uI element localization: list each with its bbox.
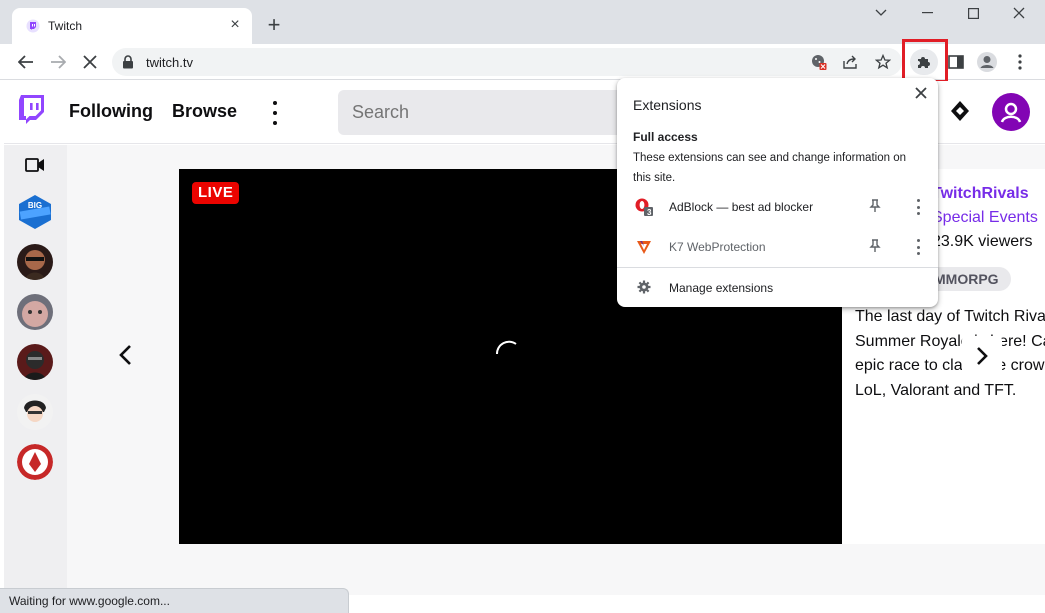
extension-name: K7 WebProtection (669, 240, 766, 254)
more-options-icon[interactable] (270, 101, 280, 125)
video-camera-icon (25, 158, 44, 172)
maximize-window-icon[interactable] (950, 0, 996, 26)
channel-avatar-6[interactable] (17, 444, 53, 480)
share-icon[interactable] (842, 54, 860, 70)
lock-icon[interactable] (122, 55, 134, 69)
nav-browse[interactable]: Browse (172, 101, 237, 122)
blocked-cookies-icon[interactable] (810, 54, 828, 70)
new-tab-button[interactable]: + (264, 14, 284, 36)
viewer-count: 23.9K viewers (932, 233, 1033, 250)
extensions-highlight-box (902, 39, 948, 83)
pin-icon[interactable] (869, 239, 881, 253)
address-bar[interactable]: twitch.tv (112, 48, 902, 76)
category-link[interactable]: Special Events (932, 209, 1038, 227)
carousel-prev-chevron-icon[interactable] (118, 344, 134, 366)
k7-icon (637, 241, 651, 254)
manage-extensions-button[interactable]: Manage extensions (617, 270, 938, 304)
twitch-favicon-icon (26, 19, 40, 33)
pin-icon[interactable] (869, 199, 881, 213)
tab-strip: Twitch × + (0, 0, 1045, 44)
tab-search-icon[interactable] (858, 0, 904, 26)
forward-arrow-icon[interactable] (47, 51, 69, 73)
stream-description: The last day of Twitch Rivals Riot Summe… (855, 308, 1045, 399)
channel-avatar-2[interactable] (17, 244, 53, 280)
live-badge: LIVE (192, 182, 240, 204)
extension-item-adblock[interactable]: 3 AdBlock — best ad blocker (617, 189, 938, 225)
back-arrow-icon[interactable] (15, 51, 37, 73)
channel-avatar-5[interactable] (17, 394, 53, 430)
twitch-logo-icon[interactable] (18, 95, 44, 125)
followed-channels-sidebar: BIG (4, 145, 67, 595)
close-window-icon[interactable] (996, 0, 1042, 26)
side-panel-icon[interactable] (945, 51, 967, 73)
close-icon[interactable] (913, 85, 929, 101)
channel-name-link[interactable]: TwitchRivals (932, 185, 1029, 203)
search-box[interactable] (338, 90, 638, 135)
status-bar: Waiting for www.google.com... (0, 588, 349, 613)
extension-menu-icon[interactable] (913, 199, 923, 215)
channel-avatar-4[interactable] (17, 344, 53, 380)
profile-avatar-icon[interactable] (976, 51, 998, 73)
full-access-note: These extensions can see and change info… (633, 152, 906, 184)
browser-tab-twitch[interactable]: Twitch × (12, 8, 252, 44)
stop-loading-icon[interactable] (79, 51, 101, 73)
popup-divider (617, 267, 938, 268)
gear-icon (637, 280, 651, 294)
bookmark-star-icon[interactable] (874, 54, 892, 70)
minimize-window-icon[interactable] (904, 0, 950, 26)
extension-item-k7[interactable]: K7 WebProtection (617, 229, 938, 265)
full-access-heading: Full access (633, 130, 698, 144)
extension-name: AdBlock — best ad blocker (669, 200, 814, 214)
channel-avatar-bignoisy[interactable]: BIG (17, 194, 53, 230)
user-avatar-icon[interactable] (992, 93, 1030, 131)
address-url[interactable]: twitch.tv (146, 55, 193, 70)
svg-text:BIG: BIG (28, 201, 42, 210)
adblock-badge: 3 (647, 208, 652, 217)
carousel-next-chevron-icon[interactable] (962, 336, 1002, 376)
extensions-popup-title: Extensions (633, 97, 702, 113)
loading-spinner-icon (495, 340, 517, 355)
extensions-popup: Extensions Full access These extensions … (617, 78, 938, 307)
channel-avatar-3[interactable] (17, 294, 53, 330)
manage-extensions-label: Manage extensions (669, 281, 774, 295)
browser-menu-icon[interactable] (1009, 51, 1031, 73)
extension-menu-icon[interactable] (913, 239, 923, 255)
browser-toolbar: twitch.tv (0, 44, 1045, 80)
tab-title: Twitch (48, 19, 83, 33)
prime-crown-icon[interactable] (950, 100, 970, 122)
tab-close-icon[interactable]: × (226, 16, 244, 34)
nav-following[interactable]: Following (69, 101, 153, 122)
search-input[interactable] (338, 90, 638, 135)
